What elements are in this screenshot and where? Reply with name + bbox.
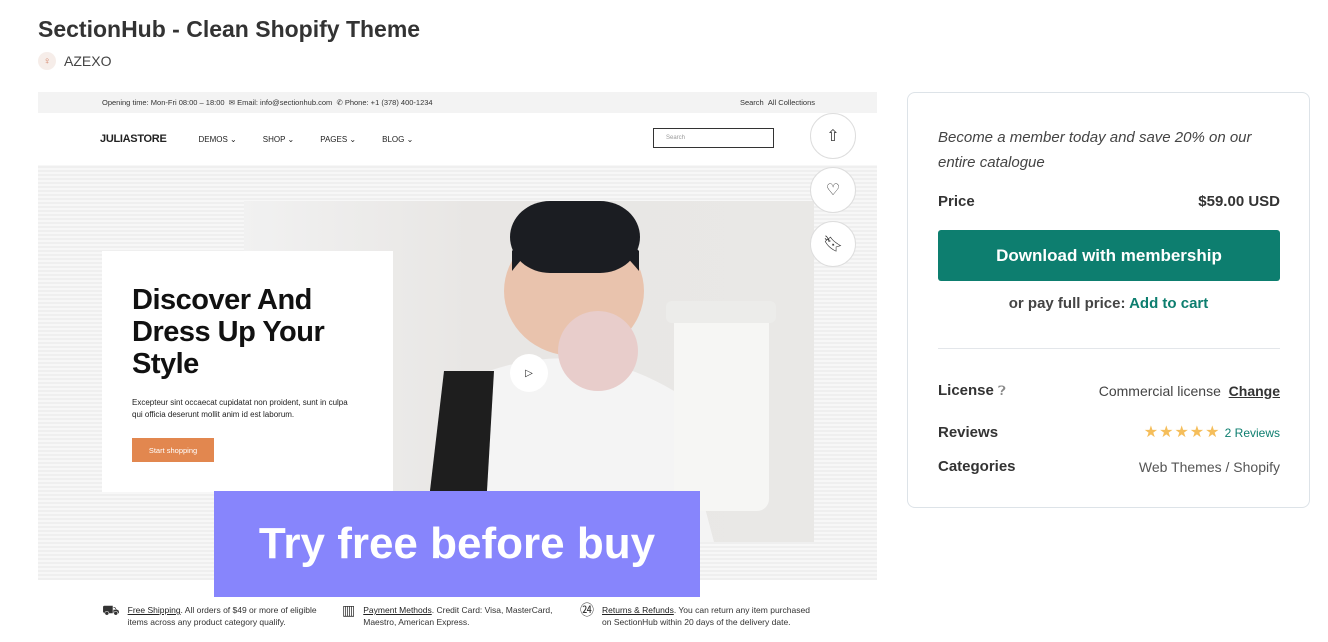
feature-link: Free Shipping [127,605,181,615]
price-value: $59.00 USD [1198,193,1280,210]
hero-heading: Discover And Dress Up Your Style [132,284,325,380]
hero-card: Discover And Dress Up Your Style Excepte… [102,251,393,492]
opening-time: Opening time: Mon-Fri 08:00 – 18:00 [102,98,225,107]
bookmark-button[interactable]: 🔖︎ [810,221,856,267]
license-label: License [938,382,994,399]
topbar-search: Search [739,98,764,107]
preview-search: Search [653,128,774,148]
card-icon: ▥ [342,602,356,618]
menu-blog: BLOG ⌄ [382,134,414,144]
play-icon[interactable]: ▷ [510,354,548,392]
topbar-collections: All Collections [767,98,815,107]
author-avatar: ♀ [38,52,56,70]
license-value: Commercial license [1098,382,1221,399]
share-button[interactable]: ⇧ [810,113,856,159]
phone: Phone: +1 (378) 400-1234 [344,98,433,107]
preview-nav: JULIASTORE DEMOS ⌄ SHOP ⌄ PAGES ⌄ BLOG ⌄… [38,113,877,165]
heart-icon: ♡ [825,182,841,199]
author[interactable]: ♀ AZEXO [38,52,111,70]
favorite-button[interactable]: ♡ [810,167,856,213]
star-rating: ★★★★★ [1143,424,1221,441]
author-name[interactable]: AZEXO [64,53,111,69]
email: Email: info@sectionhub.com [237,98,333,107]
categories-row: Categories Web Themes / Shopify [938,458,1280,475]
menu-shop: SHOP ⌄ [262,134,295,144]
license-row: License ❓︎ Commercial license Change [938,382,1280,399]
or-text: or pay full price: [1008,295,1126,312]
reviews-label: Reviews [938,423,999,441]
share-icon: ⇧ [826,128,840,145]
menu-pages: PAGES ⌄ [320,134,357,144]
pay-full-price: or pay full price: Add to cart [908,295,1309,312]
feature-link: Returns & Refunds [602,605,674,615]
truck-icon: ⛟ [102,602,120,618]
download-membership-button[interactable]: Download with membership [938,230,1280,281]
store-logo: JULIASTORE [100,133,167,145]
start-shopping-button: Start shopping [132,438,214,462]
24h-icon: ㉔ [580,602,594,618]
change-license-link[interactable]: Change [1229,383,1280,399]
reviews-row: Reviews ★★★★★ 2 Reviews [938,422,1280,442]
feature-link: Payment Methods [363,605,432,615]
feature-shipping: ⛟ Free Shipping. All orders of $49 or mor… [102,602,332,628]
price-row: Price $59.00 USD [938,193,1280,210]
feature-payment: ▥ Payment Methods. Credit Card: Visa, Mas… [342,602,572,628]
divider [938,348,1280,349]
categories-label: Categories [938,458,1016,475]
feature-returns: ㉔ Returns & Refunds. You can return any i… [580,602,820,628]
help-icon[interactable]: ❓︎ [998,383,1006,398]
bookmark-icon: 🔖︎ [822,236,844,253]
preview-topbar: Opening time: Mon-Fri 08:00 – 18:00 ✉ Em… [38,92,877,113]
page-title: SectionHub - Clean Shopify Theme [38,16,421,42]
membership-promo: Become a member today and save 20% on ou… [938,129,1252,171]
hero-text: Excepteur sint occaecat cupidatat non pr… [132,398,348,419]
price-label: Price [938,193,975,210]
add-to-cart-link[interactable]: Add to cart [1129,295,1208,312]
categories-value[interactable]: Web Themes / Shopify [1139,459,1280,475]
purchase-panel: Become a member today and save 20% on ou… [907,92,1310,508]
try-free-banner[interactable]: Try free before buy [214,491,700,597]
menu-demos: DEMOS ⌄ [198,134,237,144]
reviews-link[interactable]: 2 Reviews [1225,426,1280,440]
